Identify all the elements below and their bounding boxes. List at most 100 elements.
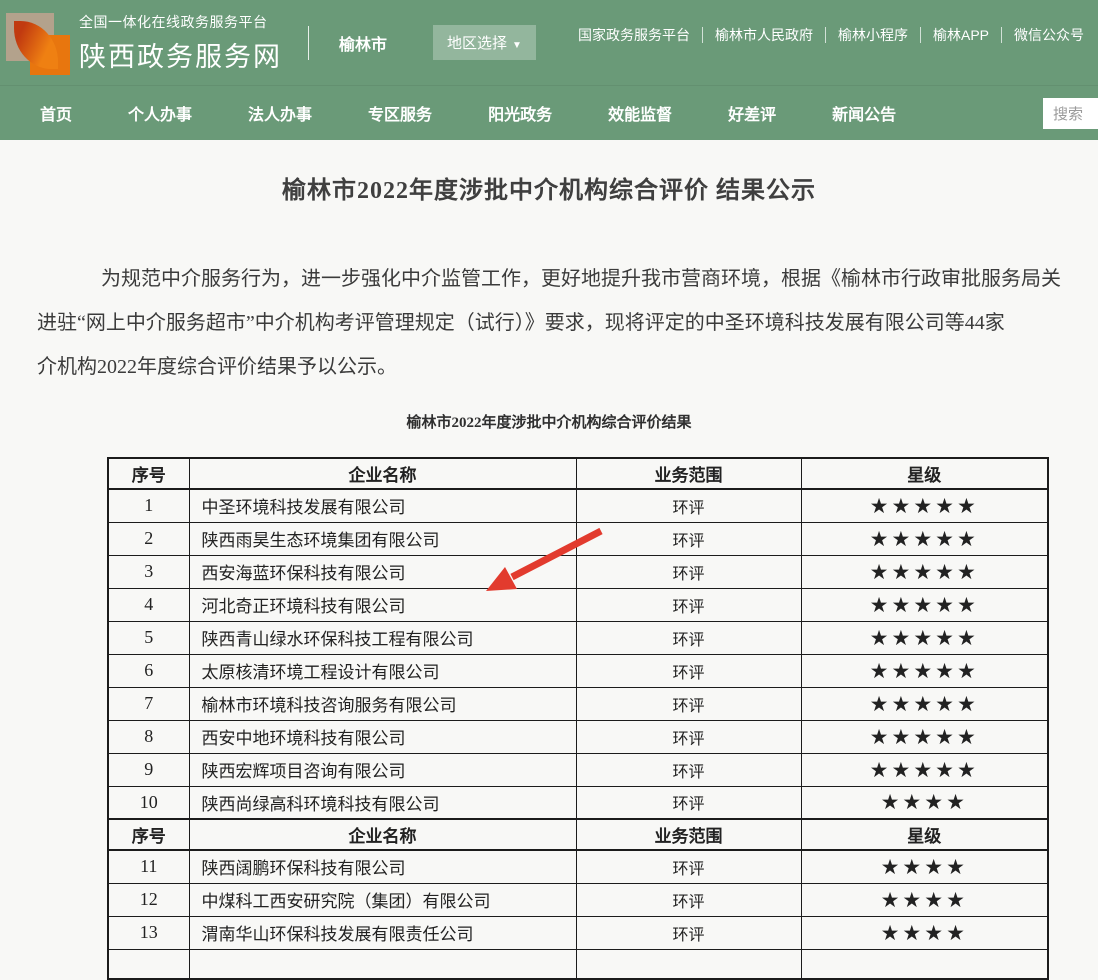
row-number-cell: 9: [108, 753, 189, 786]
column-header: 业务范围: [576, 819, 801, 850]
column-header: 业务范围: [576, 458, 801, 489]
star-rating-cell: ★★★★: [801, 916, 1048, 949]
empty-cell: [189, 949, 576, 979]
row-number-cell: 8: [108, 720, 189, 753]
table-row: 8西安中地环境科技有限公司环评★★★★★: [108, 720, 1048, 753]
star-rating-cell: ★★★★★: [801, 555, 1048, 588]
row-number-cell: 7: [108, 687, 189, 720]
company-name-cell: 陕西青山绿水环保科技工程有限公司: [189, 621, 576, 654]
nav-item[interactable]: 法人办事: [248, 101, 312, 125]
region-select-button[interactable]: 地区选择▼: [433, 25, 536, 60]
top-link[interactable]: 微信公众号: [1014, 25, 1084, 45]
table-row-partial: [108, 949, 1048, 979]
table-row: 2陕西雨昊生态环境集团有限公司环评★★★★★: [108, 522, 1048, 555]
top-link[interactable]: 榆林市人民政府: [715, 25, 813, 45]
business-scope-cell: 环评: [576, 883, 801, 916]
business-scope-cell: 环评: [576, 621, 801, 654]
company-name-cell: 陕西尚绿高科环境科技有限公司: [189, 786, 576, 819]
announcement-paragraph: 为规范中介服务行为，进一步强化中介监管工作，更好地提升我市营商环境，根据《榆林市…: [37, 257, 1098, 389]
star-rating-cell: ★★★★★: [801, 489, 1048, 522]
company-name-cell: 中煤科工西安研究院（集团）有限公司: [189, 883, 576, 916]
table-row: 13渭南华山环保科技发展有限责任公司环评★★★★: [108, 916, 1048, 949]
company-name-cell: 太原核清环境工程设计有限公司: [189, 654, 576, 687]
paragraph-line: 介机构2022年度综合评价结果予以公示。: [37, 345, 1098, 389]
star-rating-cell: ★★★★: [801, 883, 1048, 916]
company-name-cell: 西安中地环境科技有限公司: [189, 720, 576, 753]
row-number-cell: 1: [108, 489, 189, 522]
business-scope-cell: 环评: [576, 555, 801, 588]
business-scope-cell: 环评: [576, 720, 801, 753]
paragraph-line: 为规范中介服务行为，进一步强化中介监管工作，更好地提升我市营商环境，根据《榆林市…: [37, 257, 1098, 301]
star-rating-cell: ★★★★★: [801, 654, 1048, 687]
company-name-cell: 陕西雨昊生态环境集团有限公司: [189, 522, 576, 555]
column-header: 星级: [801, 819, 1048, 850]
star-rating-cell: ★★★★★: [801, 753, 1048, 786]
column-header: 序号: [108, 819, 189, 850]
star-rating-cell: ★★★★★: [801, 588, 1048, 621]
business-scope-cell: 环评: [576, 687, 801, 720]
table-caption: 榆林市2022年度涉批中介机构综合评价结果: [0, 411, 1098, 432]
current-city-label[interactable]: 榆林市: [339, 31, 387, 55]
company-name-cell: 榆林市环境科技咨询服务有限公司: [189, 687, 576, 720]
table-header-row: 序号企业名称业务范围星级: [108, 819, 1048, 850]
row-number-cell: 6: [108, 654, 189, 687]
nav-item[interactable]: 好差评: [728, 101, 776, 125]
column-header: 企业名称: [189, 458, 576, 489]
empty-cell: [108, 949, 189, 979]
business-scope-cell: 环评: [576, 522, 801, 555]
row-number-cell: 13: [108, 916, 189, 949]
table-row: 11陕西阔鹏环保科技有限公司环评★★★★: [108, 850, 1048, 883]
row-number-cell: 5: [108, 621, 189, 654]
nav-item[interactable]: 效能监督: [608, 101, 672, 125]
nav-item[interactable]: 阳光政务: [488, 101, 552, 125]
link-separator: [920, 27, 921, 43]
row-number-cell: 12: [108, 883, 189, 916]
page-title: 榆林市2022年度涉批中介机构综合评价 结果公示: [0, 170, 1098, 205]
table-row: 7榆林市环境科技咨询服务有限公司环评★★★★★: [108, 687, 1048, 720]
header-divider: [308, 26, 309, 60]
star-rating-cell: ★★★★★: [801, 720, 1048, 753]
business-scope-cell: 环评: [576, 489, 801, 522]
empty-cell: [801, 949, 1048, 979]
company-name-cell: 陕西阔鹏环保科技有限公司: [189, 850, 576, 883]
company-name-cell: 中圣环境科技发展有限公司: [189, 489, 576, 522]
business-scope-cell: 环评: [576, 753, 801, 786]
column-header: 序号: [108, 458, 189, 489]
top-links: 国家政务服务平台榆林市人民政府榆林小程序榆林APP微信公众号注册: [578, 24, 1098, 45]
column-header: 企业名称: [189, 819, 576, 850]
star-rating-cell: ★★★★: [801, 850, 1048, 883]
top-link[interactable]: 榆林小程序: [838, 25, 908, 45]
evaluation-results-table: 序号企业名称业务范围星级1中圣环境科技发展有限公司环评★★★★★2陕西雨昊生态环…: [107, 457, 1049, 980]
nav-item[interactable]: 个人办事: [128, 101, 192, 125]
nav-item[interactable]: 专区服务: [368, 101, 432, 125]
site-logo[interactable]: [6, 13, 70, 79]
top-link[interactable]: 国家政务服务平台: [578, 25, 690, 45]
brand-text: 全国一体化在线政务服务平台 陕西政务服务网: [79, 12, 282, 74]
business-scope-cell: 环评: [576, 786, 801, 819]
star-rating-cell: ★★★★★: [801, 522, 1048, 555]
search-input[interactable]: 搜索: [1043, 98, 1098, 129]
nav-item[interactable]: 首页: [40, 101, 72, 125]
row-number-cell: 4: [108, 588, 189, 621]
star-rating-cell: ★★★★: [801, 786, 1048, 819]
business-scope-cell: 环评: [576, 588, 801, 621]
nav-item[interactable]: 新闻公告: [832, 101, 896, 125]
search-placeholder: 搜索: [1053, 103, 1083, 124]
nav-items: 首页 个人办事 法人办事 专区服务 阳光政务 效能监督 好差评 新闻公告: [40, 101, 896, 125]
table-row: 9陕西宏辉项目咨询有限公司环评★★★★★: [108, 753, 1048, 786]
top-link[interactable]: 榆林APP: [933, 25, 989, 45]
link-separator: [1001, 27, 1002, 43]
company-name-cell: 陕西宏辉项目咨询有限公司: [189, 753, 576, 786]
row-number-cell: 3: [108, 555, 189, 588]
main-nav: 首页 个人办事 法人办事 专区服务 阳光政务 效能监督 好差评 新闻公告 搜索: [0, 85, 1098, 140]
site-name: 陕西政务服务网: [79, 35, 282, 74]
table-header-row: 序号企业名称业务范围星级: [108, 458, 1048, 489]
region-select-label: 地区选择: [447, 35, 507, 52]
table-row: 1中圣环境科技发展有限公司环评★★★★★: [108, 489, 1048, 522]
row-number-cell: 10: [108, 786, 189, 819]
row-number-cell: 11: [108, 850, 189, 883]
table-row: 6太原核清环境工程设计有限公司环评★★★★★: [108, 654, 1048, 687]
announcement-document: 榆林市2022年度涉批中介机构综合评价 结果公示 为规范中介服务行为，进一步强化…: [0, 170, 1098, 980]
business-scope-cell: 环评: [576, 916, 801, 949]
table-row: 4河北奇正环境科技有限公司环评★★★★★: [108, 588, 1048, 621]
